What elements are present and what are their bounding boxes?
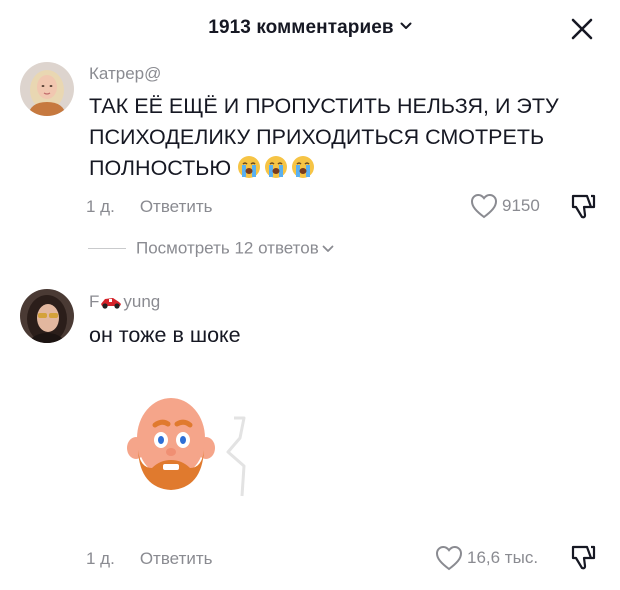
thumbs-down-icon[interactable] [569, 543, 597, 571]
comment-meta: 1 д. Ответить [86, 549, 213, 569]
comment-username[interactable]: Fyung [89, 292, 160, 312]
username-suffix: yung [123, 292, 161, 311]
comments-count-label: 1913 комментариев [208, 17, 394, 38]
divider [88, 248, 126, 250]
comment-meta: 1 д. Ответить [86, 197, 213, 217]
avatar[interactable] [20, 62, 74, 116]
username-prefix: F [89, 292, 100, 311]
comments-header: 1913 комментариев [0, 0, 620, 58]
comment-text-body: ТАК ЕЁ ЕЩЁ И ПРОПУСТИТЬ НЕЛЬЗЯ, И ЭТУ ПС… [89, 94, 559, 180]
comment-time: 1 д. [86, 197, 115, 216]
like-button[interactable]: 16,6 тыс. [435, 545, 538, 571]
thumbs-down-icon[interactable] [569, 192, 597, 220]
heart-icon [435, 545, 463, 571]
comments-count-title[interactable]: 1913 комментариев [0, 17, 620, 39]
like-count: 16,6 тыс. [467, 548, 539, 567]
heart-icon [470, 193, 498, 219]
avatar[interactable] [20, 289, 74, 343]
loudly-crying-face-icon [238, 156, 261, 178]
comment-username[interactable]: Катрер@ [89, 64, 161, 84]
like-count: 9150 [502, 196, 540, 215]
comment-text: он тоже в шоке [89, 323, 241, 347]
reply-button[interactable]: Ответить [140, 197, 213, 216]
bald-man-sticker[interactable] [122, 378, 262, 528]
close-icon[interactable] [571, 18, 593, 40]
loudly-crying-face-icon [265, 156, 288, 178]
like-button[interactable]: 9150 [470, 193, 540, 219]
comment-time: 1 д. [86, 549, 115, 568]
reply-button[interactable]: Ответить [140, 549, 213, 568]
chevron-down-icon [400, 22, 412, 30]
comment-text: ТАК ЕЁ ЕЩЁ И ПРОПУСТИТЬ НЕЛЬЗЯ, И ЭТУ ПС… [89, 91, 589, 184]
loudly-crying-face-icon [292, 156, 315, 178]
race-car-icon [101, 298, 122, 309]
view-replies-label: Посмотреть 12 ответов [136, 238, 319, 258]
view-replies[interactable]: Посмотреть 12 ответов [88, 238, 334, 259]
chevron-down-icon [322, 245, 334, 252]
